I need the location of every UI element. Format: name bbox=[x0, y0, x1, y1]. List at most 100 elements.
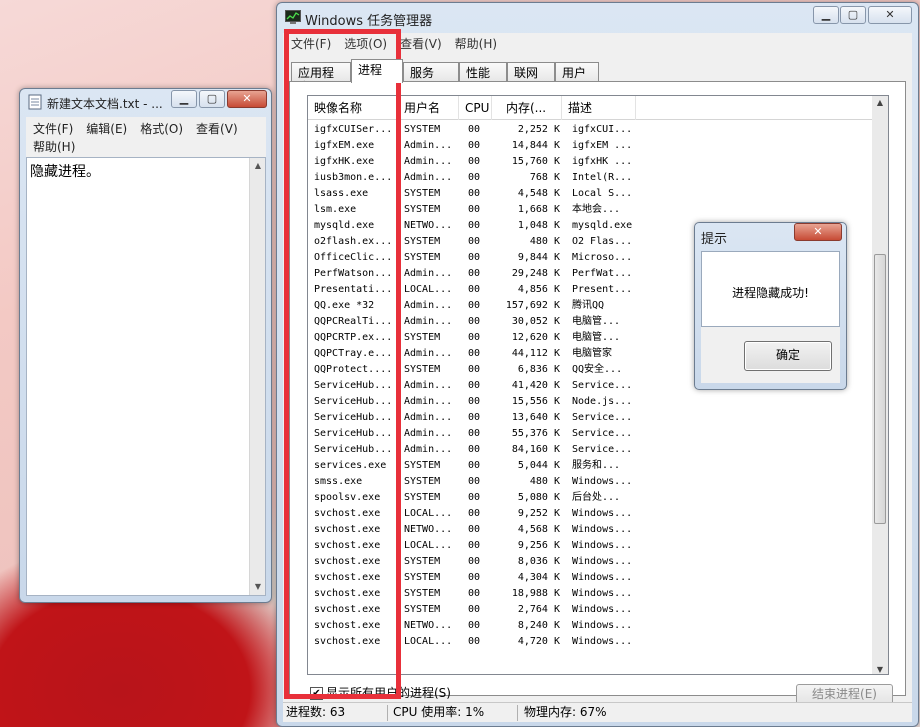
column-memory[interactable]: 内存(... bbox=[492, 96, 562, 120]
column-user-name[interactable]: 用户名 bbox=[398, 96, 459, 120]
cell-cpu: 00 bbox=[468, 268, 481, 279]
dialog-close-button[interactable]: ✕ bbox=[794, 223, 842, 241]
scroll-up-icon[interactable]: ▲ bbox=[250, 158, 266, 174]
cell-cpu: 00 bbox=[468, 428, 481, 439]
notepad-menu-format[interactable]: 格式(O) bbox=[140, 122, 183, 136]
cell-description: 电脑管... bbox=[572, 332, 621, 343]
notepad-icon bbox=[28, 94, 42, 110]
task-manager-close-button[interactable]: ✕ bbox=[868, 6, 912, 24]
cell-description: Microso... bbox=[572, 252, 633, 263]
cell-cpu: 00 bbox=[468, 540, 481, 551]
cell-cpu: 00 bbox=[468, 364, 481, 375]
task-manager-titlebar[interactable]: Windows 任务管理器 ▁ ▢ ✕ bbox=[277, 3, 918, 31]
tab-users[interactable]: 用户 bbox=[555, 62, 599, 82]
notepad-menu-view[interactable]: 查看(V) bbox=[196, 122, 238, 136]
column-description[interactable]: 描述 bbox=[562, 96, 636, 120]
cell-cpu: 00 bbox=[468, 380, 481, 391]
cell-cpu: 00 bbox=[468, 348, 481, 359]
cell-memory: 5,080 K bbox=[517, 492, 560, 503]
notepad-close-button[interactable]: ✕ bbox=[227, 90, 267, 108]
cell-description: Node.js... bbox=[572, 396, 633, 407]
cell-description: Windows... bbox=[572, 540, 633, 551]
cell-user-name: SYSTEM bbox=[404, 476, 441, 487]
cell-description: Windows... bbox=[572, 588, 633, 599]
notepad-scrollbar[interactable]: ▲ ▼ bbox=[249, 158, 265, 595]
cell-user-name: LOCAL... bbox=[404, 540, 453, 551]
dialog-content: 进程隐藏成功! bbox=[701, 251, 840, 327]
cell-description: Intel(R... bbox=[572, 172, 633, 183]
cell-memory: 5,044 K bbox=[517, 460, 560, 471]
task-manager-maximize-button[interactable]: ▢ bbox=[840, 6, 866, 24]
cell-description: O2 Flas... bbox=[572, 236, 633, 247]
cell-memory: 9,256 K bbox=[517, 540, 560, 551]
status-divider bbox=[387, 705, 388, 721]
notepad-text-area[interactable]: 隐藏进程。 ▲ ▼ bbox=[26, 157, 266, 596]
scroll-down-icon[interactable]: ▼ bbox=[872, 665, 888, 674]
cell-cpu: 00 bbox=[468, 124, 481, 135]
cell-user-name: Admin... bbox=[404, 444, 453, 455]
process-list-scrollbar[interactable]: ▲ ▼ bbox=[872, 96, 888, 674]
cell-memory: 29,248 K bbox=[511, 268, 560, 279]
cell-description: 后台处... bbox=[572, 492, 621, 503]
notepad-minimize-button[interactable]: ▁ bbox=[171, 90, 197, 108]
notepad-titlebar[interactable]: 新建文本文档.txt - ... ▁ ▢ ✕ bbox=[20, 89, 271, 117]
cell-memory: 2,764 K bbox=[517, 604, 560, 615]
cell-memory: 157,692 K bbox=[505, 300, 560, 311]
notepad-maximize-button[interactable]: ▢ bbox=[199, 90, 225, 108]
tm-menu-view[interactable]: 查看(V) bbox=[400, 37, 442, 51]
cell-cpu: 00 bbox=[468, 332, 481, 343]
scroll-up-icon[interactable]: ▲ bbox=[872, 98, 888, 107]
cell-description: PerfWat... bbox=[572, 268, 633, 279]
cell-user-name: Admin... bbox=[404, 156, 453, 167]
cell-description: Present... bbox=[572, 284, 633, 295]
cell-description: 服务和... bbox=[572, 460, 621, 471]
cell-cpu: 00 bbox=[468, 412, 481, 423]
cell-cpu: 00 bbox=[468, 476, 481, 487]
cell-description: Service... bbox=[572, 444, 633, 455]
notepad-menu-help[interactable]: 帮助(H) bbox=[33, 140, 75, 154]
cell-description: Windows... bbox=[572, 556, 633, 567]
cell-user-name: NETWO... bbox=[404, 620, 453, 631]
cell-description: mysqld.exe bbox=[572, 220, 633, 231]
cell-description: 腾讯QQ bbox=[572, 300, 605, 311]
tab-processes[interactable]: 进程 bbox=[351, 59, 403, 83]
scroll-down-icon[interactable]: ▼ bbox=[250, 579, 266, 595]
status-physical-memory: 物理内存: 67% bbox=[524, 705, 607, 719]
notepad-text-content: 隐藏进程。 bbox=[30, 164, 100, 180]
cell-description: Windows... bbox=[572, 508, 633, 519]
cell-user-name: SYSTEM bbox=[404, 460, 441, 471]
cell-memory: 41,420 K bbox=[511, 380, 560, 391]
cell-user-name: NETWO... bbox=[404, 220, 453, 231]
cell-memory: 13,640 K bbox=[511, 412, 560, 423]
cell-user-name: LOCAL... bbox=[404, 508, 453, 519]
cell-user-name: SYSTEM bbox=[404, 188, 441, 199]
tab-networking[interactable]: 联网 bbox=[507, 62, 555, 82]
cell-memory: 12,620 K bbox=[511, 332, 560, 343]
column-cpu[interactable]: CPU bbox=[459, 96, 492, 120]
cell-memory: 4,720 K bbox=[517, 636, 560, 647]
cell-cpu: 00 bbox=[468, 556, 481, 567]
tab-services[interactable]: 服务 bbox=[403, 62, 459, 82]
notepad-menu-file[interactable]: 文件(F) bbox=[33, 122, 73, 136]
cell-user-name: SYSTEM bbox=[404, 588, 441, 599]
cell-cpu: 00 bbox=[468, 460, 481, 471]
cell-user-name: Admin... bbox=[404, 396, 453, 407]
scrollbar-thumb[interactable] bbox=[874, 254, 886, 524]
notepad-menu-edit[interactable]: 编辑(E) bbox=[86, 122, 127, 136]
cell-description: Windows... bbox=[572, 524, 633, 535]
tab-performance[interactable]: 性能 bbox=[459, 62, 507, 82]
tm-menu-help[interactable]: 帮助(H) bbox=[455, 37, 497, 51]
cell-description: Service... bbox=[572, 428, 633, 439]
cell-cpu: 00 bbox=[468, 620, 481, 631]
cell-memory: 480 K bbox=[529, 236, 560, 247]
cell-description: Windows... bbox=[572, 476, 633, 487]
cell-description: Windows... bbox=[572, 636, 633, 647]
cell-description: igfxEM ... bbox=[572, 140, 633, 151]
cell-user-name: SYSTEM bbox=[404, 332, 441, 343]
cell-user-name: SYSTEM bbox=[404, 492, 441, 503]
task-manager-minimize-button[interactable]: ▁ bbox=[813, 6, 839, 24]
ok-button[interactable]: 确定 bbox=[744, 341, 832, 371]
cell-cpu: 00 bbox=[468, 156, 481, 167]
cell-user-name: Admin... bbox=[404, 348, 453, 359]
highlight-rectangle bbox=[284, 29, 401, 699]
